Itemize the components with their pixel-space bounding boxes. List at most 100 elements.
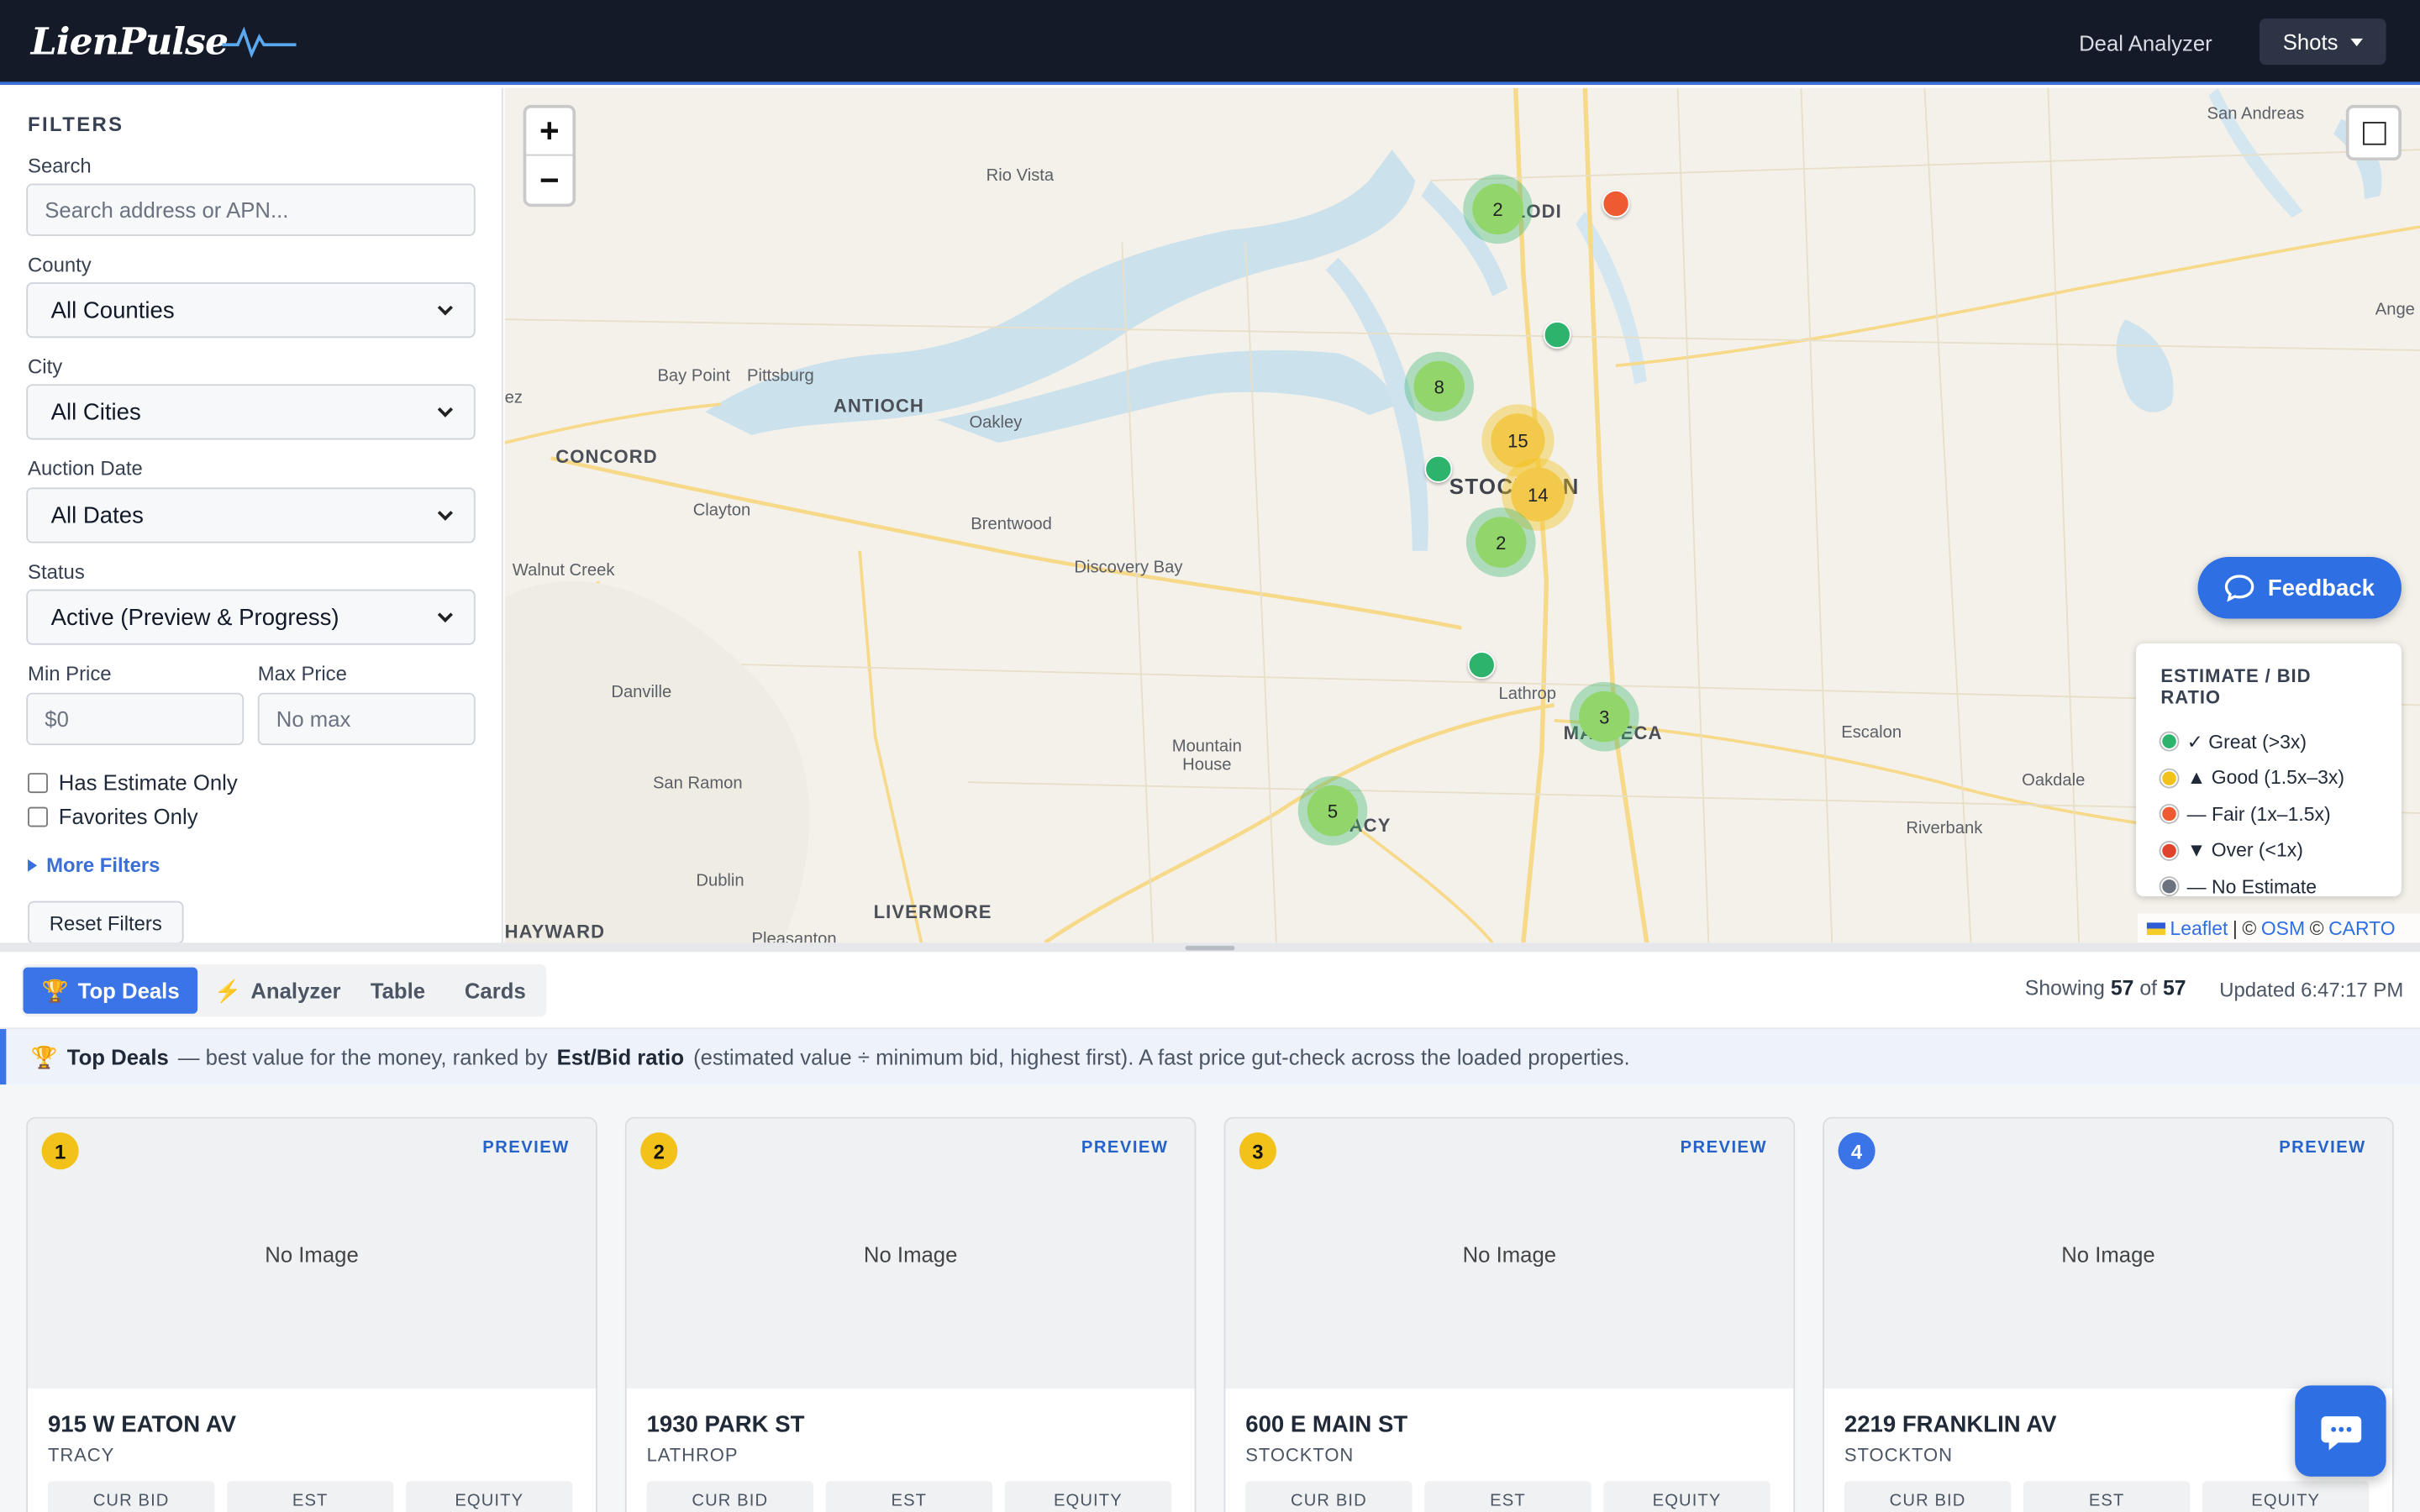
attrib-copyright: © [2242,916,2257,939]
place-label: ANTIOCH [833,395,924,417]
zoom-out-button[interactable]: − [526,156,572,204]
stat-equity: EQUITY [1603,1481,1770,1512]
county-select[interactable]: All Counties [26,282,476,339]
brand-logo[interactable]: LienPulse [31,18,296,63]
fullscreen-icon [2362,121,2386,144]
map-view[interactable]: San Andreas Rio Vista LODI Ange Bay Poin… [504,87,2420,943]
card-city: STOCKTON [1245,1444,1355,1466]
zoom-control: + − [523,104,576,207]
results-toolbar: 🏆 Top Deals ⚡ Analyzer Table Cards Showing… [0,952,2420,1030]
marker-cluster[interactable]: 3 [1569,681,1639,752]
zoom-in-button[interactable]: + [526,108,573,156]
marker-cluster[interactable]: 2 [1465,507,1536,577]
ratio-legend: ESTIMATE / BID RATIO ✓ Great (>3x) ▲ Goo… [2136,643,2402,898]
chevron-down-icon [437,606,453,622]
city-select[interactable]: All Cities [26,384,476,440]
stat-equity: EQUITY [406,1481,573,1512]
card-address: 1930 PARK ST [646,1411,805,1438]
resize-splitter[interactable] [0,942,2420,953]
legend-title: ESTIMATE / BID RATIO [2160,664,2312,709]
tab-label: Table [370,978,426,1003]
deal-card[interactable]: 1 PREVIEW No Image 915 W EATON AV TRACY … [26,1116,597,1512]
feedback-button[interactable]: Feedback [2197,557,2402,619]
cluster-count: 8 [1413,360,1465,412]
max-price-input[interactable]: No max [257,692,476,746]
caret-down-icon [2350,38,2363,46]
place-label: Escalon [1841,723,1902,743]
shots-menu-button[interactable]: Shots [2259,18,2386,66]
status-label: Status [28,559,85,584]
lightning-icon: ⚡ [214,977,242,1002]
checkbox-box[interactable] [28,806,48,827]
status-badge: PREVIEW [482,1138,570,1158]
marker-cluster[interactable]: 5 [1297,775,1368,846]
marker-cluster[interactable]: 8 [1404,351,1475,422]
deal-analyzer-link[interactable]: Deal Analyzer [2079,31,2212,55]
ukraine-flag-icon [2146,921,2165,935]
drag-handle-icon[interactable] [1185,945,1235,951]
reset-filters-button[interactable]: Reset Filters [28,900,184,945]
legend-item: ▲ Good (1.5x–3x) [2160,760,2376,796]
tab-top-deals[interactable]: 🏆 Top Deals [23,967,198,1014]
property-marker[interactable] [1424,454,1453,483]
place-label: Mountain House [1171,737,1242,775]
rank-badge: 4 [1838,1132,1876,1170]
tab-cards[interactable]: Cards [446,968,544,1014]
tab-analyzer[interactable]: ⚡ Analyzer [196,968,359,1014]
osm-link[interactable]: OSM [2261,917,2305,939]
status-select[interactable]: Active (Preview & Progress) [26,589,476,645]
min-price-input[interactable]: $0 [26,692,245,746]
cluster-count: 3 [1578,690,1630,743]
legend-label: ▲ Good (1.5x–3x) [2186,767,2345,790]
chat-widget-button[interactable] [2295,1385,2386,1477]
legend-swatch [2160,732,2178,751]
map-basemap[interactable] [504,87,2420,943]
property-image-placeholder: No Image [1225,1118,1794,1389]
deal-card[interactable]: 2 PREVIEW No Image 1930 PARK ST LATHROP … [624,1116,1197,1512]
max-price-label: Max Price [257,661,347,685]
trophy-icon: 🏆 [30,1043,58,1068]
chevron-down-icon [437,299,453,315]
marker-cluster[interactable]: 2 [1463,174,1533,244]
banner-text: — best value for the money, ranked by [177,1044,548,1069]
status-badge: PREVIEW [2279,1138,2366,1158]
auction-date-select[interactable]: All Dates [26,487,476,543]
stat-estimate: EST [227,1481,394,1512]
property-marker[interactable] [1467,651,1496,680]
has-estimate-label: Has Estimate Only [58,769,238,795]
property-marker[interactable] [1602,189,1630,218]
favorites-checkbox[interactable]: Favorites Only [28,804,198,828]
stat-current-bid: CUR BID [1844,1481,2012,1512]
card-stats: CUR BID EST EQUITY [646,1481,1172,1512]
legend-label: — No Estimate [2186,875,2317,898]
has-estimate-checkbox[interactable]: Has Estimate Only [28,770,238,795]
leaflet-link[interactable]: Leaflet [2170,917,2228,939]
chevron-down-icon [437,401,453,417]
stat-equity: EQUITY [1004,1481,1172,1512]
checkbox-box[interactable] [28,772,48,793]
top-navbar: LienPulse Deal Analyzer Shots [0,0,2420,86]
place-label: Rio Vista [986,166,1055,186]
place-label: Dublin [696,871,744,890]
property-image-placeholder: No Image [626,1118,1195,1389]
search-input[interactable]: Search address or APN... [26,183,476,237]
view-tabs: 🏆 Top Deals ⚡ Analyzer Table Cards [21,963,547,1017]
carto-link[interactable]: CARTO [2328,917,2396,939]
deal-cards-grid: 1 PREVIEW No Image 915 W EATON AV TRACY … [0,1084,2420,1512]
more-filters-toggle[interactable]: More Filters [28,853,160,876]
county-value: All Counties [50,297,175,323]
tab-table[interactable]: Table [352,968,444,1014]
deal-card[interactable]: 3 PREVIEW No Image 600 E MAIN ST STOCKTO… [1223,1116,1796,1512]
card-address: 2219 FRANKLIN AV [1844,1411,2057,1438]
card-stats: CUR BID EST EQUITY [1844,1481,2370,1512]
rank-badge: 1 [41,1132,79,1170]
stat-current-bid: CUR BID [1245,1481,1413,1512]
place-label: Bay Point [657,367,730,386]
property-marker[interactable] [1543,321,1571,349]
legend-swatch [2160,806,2178,823]
fullscreen-button[interactable] [2345,104,2402,161]
legend-item: ▼ Over (<1x) [2160,832,2376,869]
property-image-placeholder: No Image [28,1118,596,1389]
legend-swatch [2160,878,2178,895]
place-label: Riverbank [1906,819,1983,838]
